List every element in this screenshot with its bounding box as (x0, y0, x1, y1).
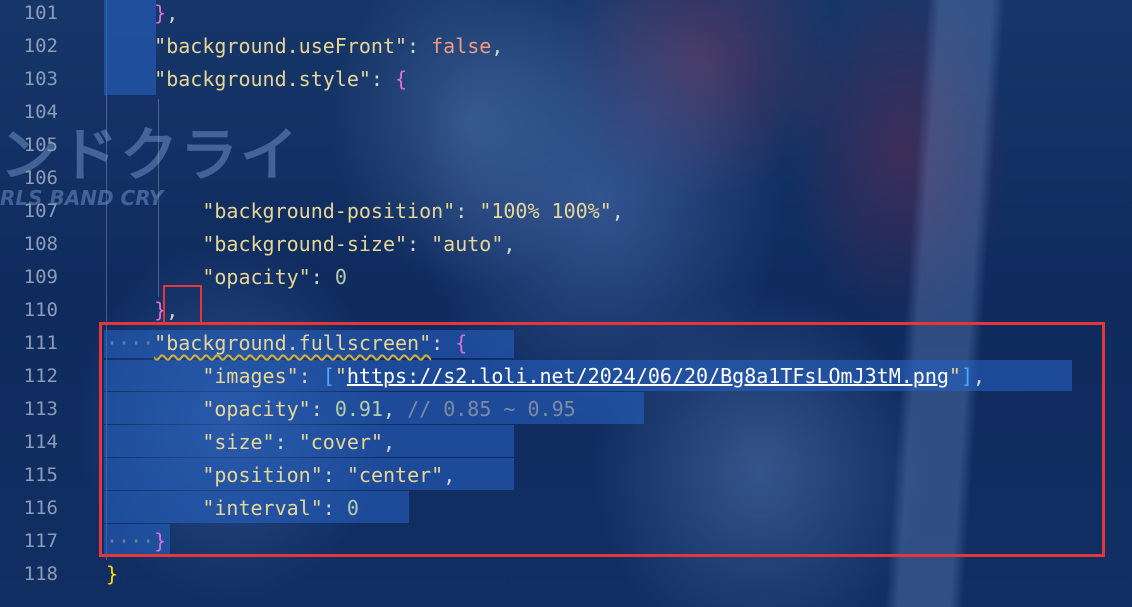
line-number: 109 (23, 266, 58, 288)
line-number: 110 (23, 299, 58, 321)
code-token: false (431, 34, 492, 58)
code-line[interactable]: 103 "background.style": { (0, 63, 1132, 96)
code-token: } (154, 1, 167, 25)
code-text[interactable]: "background-position": "100% 100%", (106, 195, 624, 228)
code-token: : (455, 199, 480, 223)
code-token: : (407, 232, 432, 256)
line-number: 117 (23, 530, 58, 552)
line-number: 105 (23, 134, 58, 156)
code-line[interactable]: 108 "background-size": "auto", (0, 228, 1132, 261)
code-token: , (503, 232, 516, 256)
code-token: "background.style" (154, 67, 371, 91)
code-token: "100% 100%" (479, 199, 612, 223)
code-line[interactable]: 104 (0, 96, 1132, 129)
code-line[interactable]: 107 "background-position": "100% 100%", (0, 195, 1132, 228)
line-number: 113 (23, 398, 58, 420)
line-number: 103 (23, 68, 58, 90)
line-number: 104 (23, 101, 58, 123)
line-number: 108 (23, 233, 58, 255)
code-token: } (106, 562, 119, 586)
code-line[interactable]: 118} (0, 558, 1132, 591)
code-line[interactable]: 101 }, (0, 0, 1132, 30)
code-token: "auto" (431, 232, 504, 256)
code-line[interactable]: 102 "background.useFront": false, (0, 30, 1132, 63)
code-token: "background-position" (202, 199, 456, 223)
code-token: , (611, 199, 624, 223)
line-number: 106 (23, 167, 58, 189)
code-text[interactable]: "background.style": { (106, 63, 407, 96)
fullscreen-block-highlight (99, 322, 1105, 557)
code-token: "background.useFront" (154, 34, 408, 58)
cursor-highlight-box (163, 285, 202, 325)
code-text[interactable]: "background-size": "auto", (106, 228, 515, 261)
line-number: 107 (23, 200, 58, 222)
line-number: 112 (23, 365, 58, 387)
code-editor[interactable]: 101 }, 102 "background.useFront": false, 1… (0, 0, 1132, 607)
line-number: 115 (23, 464, 58, 486)
code-token: : (407, 34, 432, 58)
line-number: 101 (23, 2, 58, 24)
line-number: 114 (23, 431, 58, 453)
code-token: 0 (334, 265, 347, 289)
line-number: 111 (23, 332, 58, 354)
code-text[interactable]: } (106, 558, 118, 591)
line-number: 116 (23, 497, 58, 519)
code-line[interactable]: 106 (0, 162, 1132, 195)
line-number: 102 (23, 35, 58, 57)
code-token: , (166, 1, 179, 25)
line-number: 118 (23, 563, 58, 585)
code-token: : (310, 265, 335, 289)
code-token: { (395, 67, 408, 91)
code-token: , (491, 34, 504, 58)
code-token: : (370, 67, 396, 91)
code-token: "opacity" (202, 265, 311, 289)
code-text[interactable]: "opacity": 0 (106, 261, 347, 294)
code-line[interactable]: 105 (0, 129, 1132, 162)
code-text[interactable]: "background.useFront": false, (106, 30, 503, 63)
code-token: "background-size" (202, 232, 408, 256)
code-text[interactable]: }, (106, 0, 178, 30)
